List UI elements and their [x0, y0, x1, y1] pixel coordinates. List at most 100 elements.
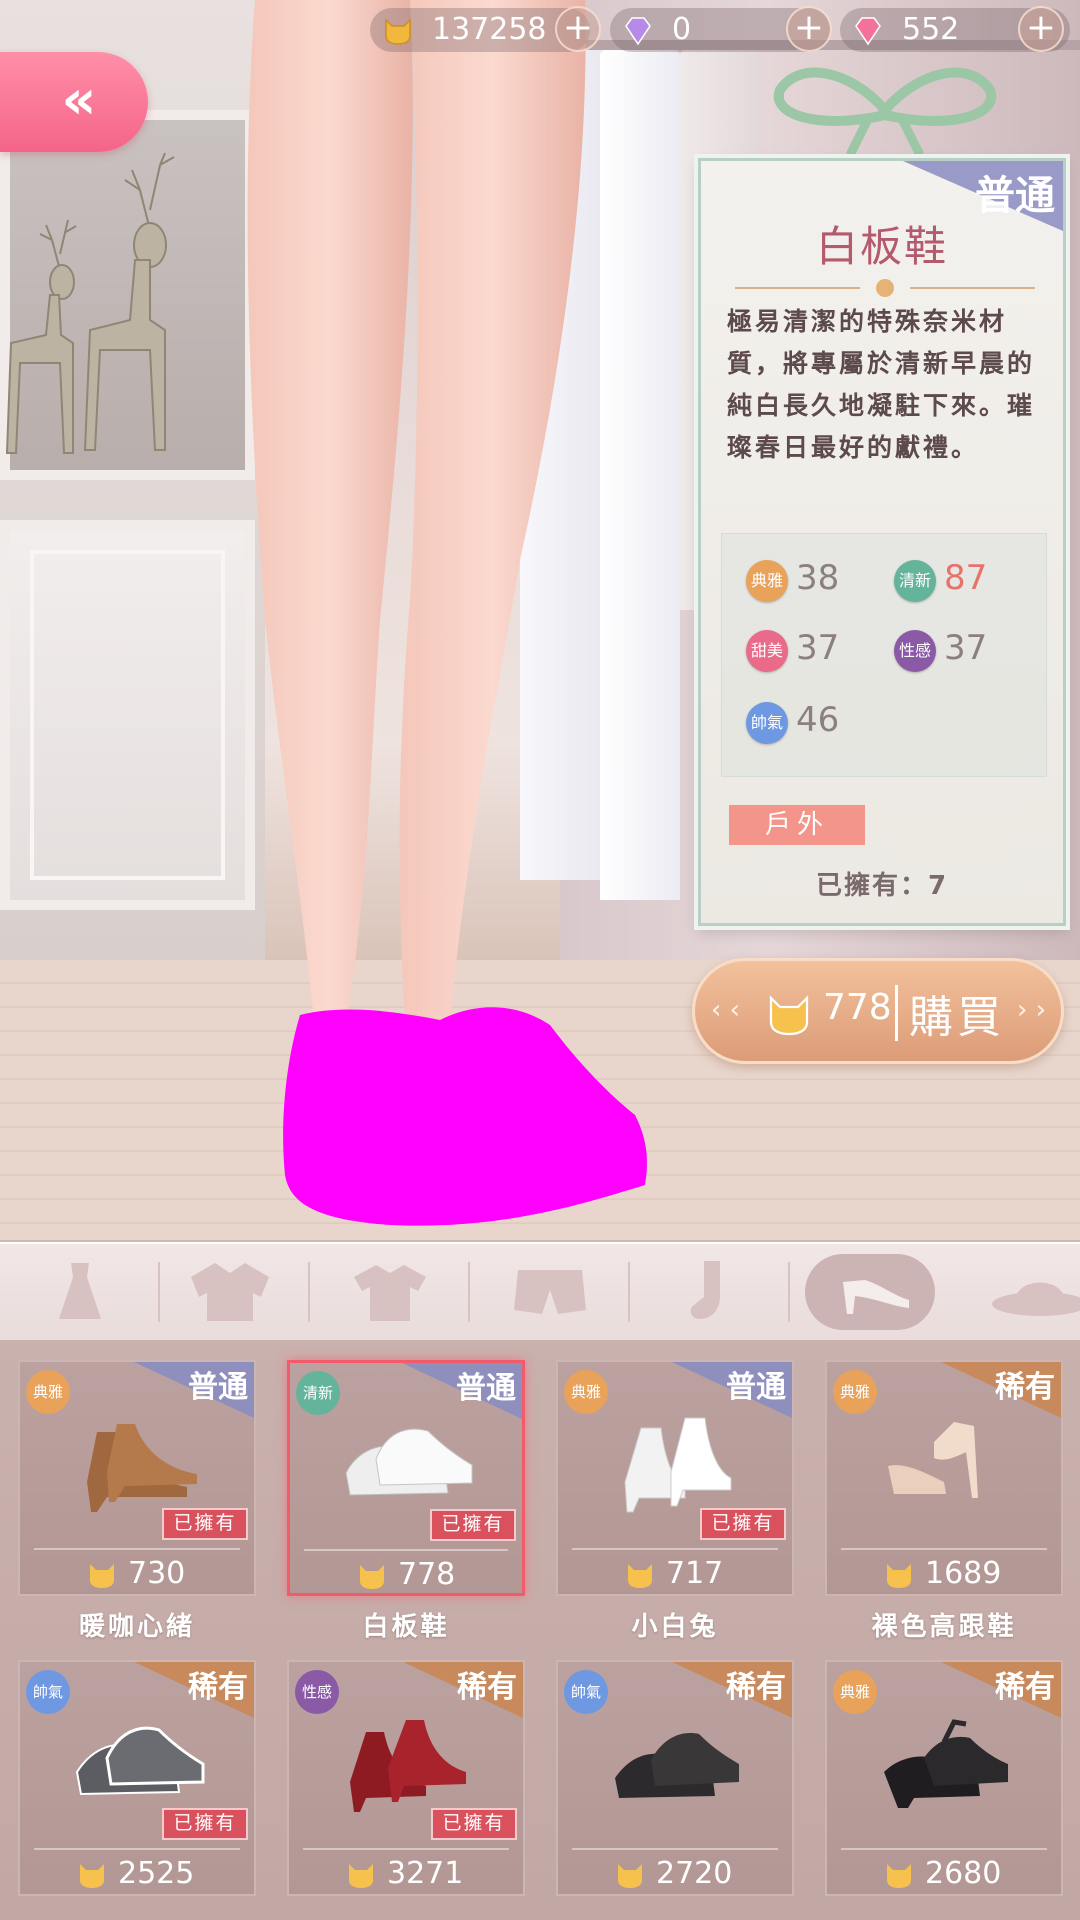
style-badge: 帥氣	[26, 1670, 70, 1714]
heel-shoe-icon	[843, 1280, 909, 1314]
stat-value: 37	[796, 628, 840, 668]
owned-badge: 已擁有	[431, 1808, 517, 1840]
white-heel-shoe-image	[624, 1417, 732, 1513]
diamond-amount: 0	[672, 12, 692, 47]
item-price: 717	[666, 1556, 724, 1591]
owned-badge: 已擁有	[162, 1508, 248, 1540]
owned-count: 已擁有：7	[815, 871, 949, 901]
selected-shoe-preview	[283, 1007, 647, 1226]
shoe-item-card[interactable]: 稀有 典雅 1689	[825, 1360, 1063, 1596]
item-price: 778	[398, 1557, 456, 1592]
add-diamond-button[interactable]: +	[786, 6, 832, 52]
red-heel-shoe-image	[350, 1720, 466, 1812]
outdoor-tag: 戶外	[729, 805, 865, 845]
shoe-item-grid: 普通 典雅 已擁有 730 暖咖心緒 普通 清新 已擁有 778 白板鞋 普通 …	[0, 1340, 1080, 1920]
tab-dress[interactable]	[0, 1244, 160, 1340]
shoe-item-card[interactable]: 稀有 性感 已擁有 3271	[287, 1660, 525, 1896]
category-tabs	[0, 1242, 1080, 1340]
back-button[interactable]: «	[0, 52, 148, 152]
double-chevron-left-icon: «	[61, 68, 97, 131]
owned-badge: 已擁有	[430, 1509, 516, 1541]
jacket-icon	[191, 1263, 269, 1321]
rarity-label: 普通	[456, 1371, 516, 1406]
shoe-item-card[interactable]: 普通 典雅 已擁有 717	[556, 1360, 794, 1596]
tab-shorts[interactable]	[470, 1244, 630, 1340]
brown-heel-shoe-image	[87, 1424, 197, 1512]
hat-icon	[992, 1282, 1080, 1316]
rarity-label: 稀有	[995, 1670, 1055, 1705]
style-badge: 典雅	[833, 1370, 877, 1414]
item-price: 2680	[925, 1856, 1002, 1891]
owned-badge: 已擁有	[700, 1508, 786, 1540]
divider	[895, 985, 898, 1041]
item-name: 裸色高跟鞋	[871, 1612, 1017, 1642]
item-price: 1689	[925, 1556, 1002, 1591]
shoe-item-card[interactable]: 普通 典雅 已擁有 730	[18, 1360, 256, 1596]
tab-jacket[interactable]	[150, 1244, 310, 1340]
item-price: 730	[128, 1556, 186, 1591]
gold-cat-coin-icon	[360, 1565, 384, 1589]
style-badge: 性感	[295, 1670, 339, 1714]
flower-ornament-icon	[735, 279, 1035, 297]
gold-cat-coin-icon	[349, 1864, 373, 1888]
elegant-badge: 典雅	[746, 560, 788, 602]
buy-price: 778	[823, 987, 892, 1028]
style-badge: 典雅	[833, 1670, 877, 1714]
add-pink-diamond-button[interactable]: +	[1018, 6, 1064, 52]
pink-diamond-icon	[855, 17, 881, 46]
rarity-label: 普通	[188, 1370, 248, 1405]
ribbon-bow-icon	[773, 67, 997, 158]
sweet-badge: 甜美	[746, 630, 788, 672]
stat-value: 37	[944, 628, 988, 668]
buy-label: 購買	[909, 992, 1005, 1043]
tab-hats[interactable]	[960, 1244, 1080, 1340]
stat-value: 87	[944, 558, 988, 598]
stat-value: 38	[796, 558, 840, 598]
tab-shoes[interactable]	[795, 1244, 955, 1340]
grey-sneaker-image	[75, 1726, 205, 1796]
pink-diamond-amount: 552	[902, 12, 960, 47]
gold-cat-coin-icon	[628, 1564, 652, 1588]
shoe-item-card-selected[interactable]: 普通 清新 已擁有 778	[287, 1360, 525, 1596]
shoe-item-card[interactable]: 稀有 典雅 2680	[825, 1660, 1063, 1896]
shoe-item-card[interactable]: 稀有 帥氣 2720	[556, 1660, 794, 1896]
style-badge: 典雅	[564, 1370, 608, 1414]
item-name: 暖咖心緒	[78, 1612, 195, 1642]
rarity-label: 稀有	[726, 1670, 786, 1705]
add-gold-button[interactable]: +	[555, 6, 601, 52]
item-name: 白板鞋	[362, 1612, 450, 1642]
purple-diamond-icon	[625, 17, 651, 46]
gold-cat-coin-icon	[90, 1564, 114, 1588]
gold-cat-coin-icon	[385, 18, 411, 45]
black-oxford-shoe-image	[615, 1733, 739, 1798]
sock-icon	[690, 1261, 720, 1319]
rarity-label: 普通	[726, 1370, 786, 1405]
tab-socks[interactable]	[630, 1244, 790, 1340]
black-strap-shoe-image	[884, 1719, 1008, 1808]
attribute-stats: 典雅 38 清新 87 甜美 37 性感 37 帥氣 46	[721, 533, 1047, 777]
item-title: 白板鞋	[815, 222, 948, 271]
gold-amount: 137258	[432, 12, 547, 47]
white-sneaker-image	[345, 1428, 473, 1496]
chevron-left-icon: ‹ ‹	[711, 995, 741, 1025]
sexy-badge: 性感	[894, 630, 936, 672]
item-price: 2720	[656, 1856, 733, 1891]
cool-badge: 帥氣	[746, 702, 788, 744]
item-price: 3271	[387, 1856, 464, 1891]
shirt-icon	[354, 1265, 426, 1321]
style-badge: 清新	[296, 1371, 340, 1415]
rarity-label: 稀有	[457, 1670, 517, 1705]
gold-cat-coin-icon	[80, 1864, 104, 1888]
tab-shirt[interactable]	[310, 1244, 470, 1340]
fresh-badge: 清新	[894, 560, 936, 602]
shorts-icon	[514, 1270, 586, 1314]
rarity-label: 稀有	[188, 1670, 248, 1705]
shoe-item-card[interactable]: 稀有 帥氣 已擁有 2525	[18, 1660, 256, 1896]
item-name: 小白兔	[631, 1612, 719, 1642]
item-detail-card: 普通 白板鞋 極易清潔的特殊奈米材質，將專屬於清新早晨的純白長久地凝駐下來。璀璨…	[698, 158, 1066, 926]
gold-cat-coin-icon	[887, 1864, 911, 1888]
buy-button[interactable]: ‹ ‹ 778 購買 › ›	[692, 958, 1064, 1064]
style-badge: 帥氣	[564, 1670, 608, 1714]
gold-cat-coin-icon	[618, 1864, 642, 1888]
rarity-label: 稀有	[995, 1370, 1055, 1405]
